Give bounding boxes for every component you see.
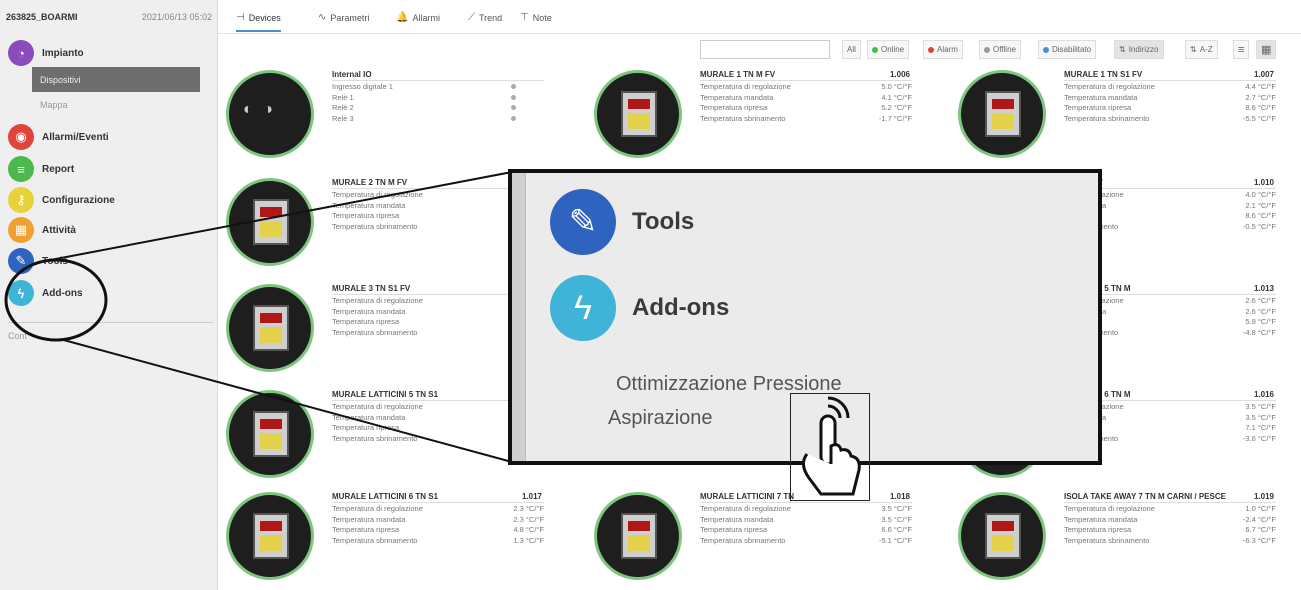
- lightning-icon: ϟ: [550, 275, 616, 341]
- zoom-callout: ✎ Tools ϟ Add-ons Ottimizzazione Pressio…: [508, 169, 1102, 501]
- callout-tools-item[interactable]: ✎ Tools: [550, 189, 694, 255]
- zoom-line-top: [39, 171, 513, 263]
- wrench-icon: ✎: [550, 189, 616, 255]
- pointer-hand-icon: [790, 393, 870, 501]
- callout-tools-label: Tools: [632, 208, 695, 235]
- callout-addons-label: Add-ons: [632, 294, 730, 321]
- zoom-circle: [4, 258, 108, 342]
- zoom-line-bottom: [59, 338, 513, 463]
- callout-addons-item[interactable]: ϟ Add-ons: [550, 275, 729, 341]
- callout-scrollbar: [512, 173, 526, 461]
- addon-ottimizzazione-link-line2[interactable]: Aspirazione: [608, 407, 713, 430]
